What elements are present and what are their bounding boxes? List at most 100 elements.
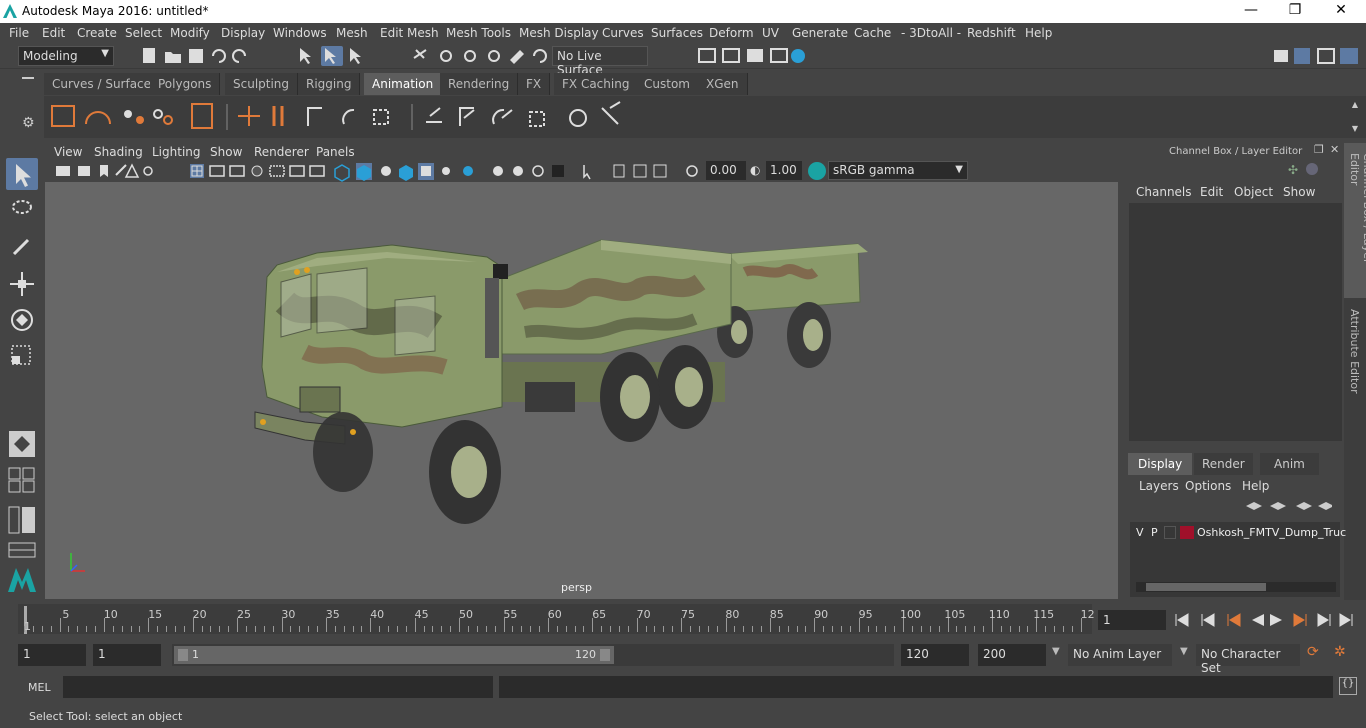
options-menu[interactable]: Options [1185,479,1231,493]
layer-horizontal-scrollbar[interactable] [1136,582,1336,592]
anim-layer-field[interactable]: No Anim Layer [1068,644,1172,666]
tab-custom[interactable]: Custom [636,73,699,95]
vp-menu-renderer[interactable]: Renderer [254,145,309,159]
gamma-field[interactable]: 1.00 [766,161,802,180]
menu-file[interactable]: File [9,26,29,40]
menu-mesh[interactable]: Mesh [336,26,368,40]
menu-3dtoall[interactable]: - 3DtoAll - [901,26,961,40]
close-button[interactable]: ✕ [1326,2,1356,20]
layer-list[interactable]: V P Oshkosh_FMTV_Dump_Truc [1130,522,1346,597]
playback-end-field[interactable]: 120 [901,644,969,666]
channels-menu[interactable]: Channels [1136,185,1192,199]
menu-surfaces[interactable]: Surfaces [651,26,703,40]
time-slider-track[interactable]: 1 5 10 15 20 25 30 35 40 45 50 55 60 65 70 75 80 85 90 95 1… [18,604,1095,634]
tab-rendering[interactable]: Rendering [440,73,519,95]
current-frame-field[interactable]: 1 [1098,610,1166,630]
menu-windows[interactable]: Windows [273,26,327,40]
end-time-field[interactable]: 200 [978,644,1046,666]
vp-menu-view[interactable]: View [54,145,82,159]
anim-layer-chevron-icon[interactable]: ▼ [1052,646,1060,657]
tab-sculpting[interactable]: Sculpting [225,73,299,95]
start-time-field[interactable]: 1 [18,644,86,666]
vp-menu-lighting[interactable]: Lighting [152,145,201,159]
channel-list-area[interactable] [1129,203,1342,441]
channel-box-side-tab[interactable]: Channel Box / Layer Editor [1344,143,1366,298]
paint-select-tool[interactable] [6,230,38,262]
viewport-toolbar-icons[interactable] [44,161,704,182]
character-set-chevron-icon[interactable]: ▼ [1180,646,1188,657]
shelf-menu-icon[interactable] [22,77,34,79]
auto-key-icon[interactable]: ⟳ [1307,644,1319,660]
layer-row[interactable]: V P Oshkosh_FMTV_Dump_Truc [1130,524,1346,542]
tab-polygons[interactable]: Polygons [150,73,221,95]
tab-render[interactable]: Render [1194,453,1253,475]
layer-buttons[interactable] [1242,498,1332,514]
tab-curves-surfaces[interactable]: Curves / Surfaces [44,73,167,95]
color-space-dropdown[interactable]: sRGB gamma ▼ [828,161,968,180]
script-editor-icon[interactable]: {} [1339,677,1357,695]
tab-fx[interactable]: FX [518,73,551,95]
menu-modify[interactable]: Modify [170,26,210,40]
menu-edit[interactable]: Edit [42,26,65,40]
four-view-layout[interactable] [6,466,38,494]
single-perspective-layout[interactable] [6,428,38,460]
edit-menu[interactable]: Edit [1200,185,1223,199]
layers-menu[interactable]: Layers [1139,479,1179,493]
menu-uv[interactable]: UV [762,26,779,40]
outliner-layout[interactable] [6,504,38,536]
menu-deform[interactable]: Deform [709,26,754,40]
menu-select[interactable]: Select [125,26,162,40]
snap-icons[interactable] [410,46,550,66]
mode-dropdown[interactable]: Modeling ▼ [18,46,114,66]
command-language-label[interactable]: MEL [28,681,51,694]
minimize-button[interactable]: — [1236,2,1266,20]
tab-xgen[interactable]: XGen [698,73,748,95]
layer-playback-toggle[interactable]: P [1151,526,1158,539]
character-set-field[interactable]: No Character Set [1196,644,1300,675]
scale-tool[interactable] [6,340,38,372]
range-start-handle[interactable] [178,649,188,661]
menu-cache[interactable]: Cache [854,26,891,40]
graph-editor-layout[interactable] [6,540,38,560]
lasso-tool[interactable] [6,194,38,226]
move-tool[interactable] [6,268,38,300]
command-input[interactable] [63,676,493,698]
layer-name[interactable]: Oshkosh_FMTV_Dump_Truc [1197,526,1346,539]
menu-redshift[interactable]: Redshift [967,26,1016,40]
shelf-settings-gear-icon[interactable]: ⚙ [22,115,35,131]
perspective-viewport[interactable]: persp [45,182,1118,599]
animation-shelf-icons[interactable] [44,96,1366,138]
tab-display[interactable]: Display [1128,453,1193,475]
help-menu[interactable]: Help [1242,479,1269,493]
menu-create[interactable]: Create [77,26,117,40]
menu-curves[interactable]: Curves [602,26,644,40]
menu-help[interactable]: Help [1025,26,1052,40]
maya-logo-button[interactable] [6,564,38,596]
object-menu[interactable]: Object [1234,185,1273,199]
show-menu[interactable]: Show [1283,185,1315,199]
tab-rigging[interactable]: Rigging [298,73,361,95]
range-end-handle[interactable] [600,649,610,661]
menu-display[interactable]: Display [221,26,265,40]
live-surface-field[interactable]: No Live Surface [552,46,648,77]
attribute-editor-side-tab[interactable]: Attribute Editor [1344,303,1366,403]
file-tools-icons[interactable] [125,46,395,66]
tab-animation[interactable]: Animation [364,73,443,95]
range-slider-handle[interactable]: 1 120 [174,646,614,664]
channel-box-tool-icon[interactable]: ✣ [1288,163,1298,177]
tab-anim[interactable]: Anim [1260,453,1319,475]
vp-menu-shading[interactable]: Shading [94,145,143,159]
menu-mesh-display[interactable]: Mesh Display [519,26,599,40]
color-management-icon[interactable] [808,162,826,180]
layer-color-swatch[interactable] [1180,526,1194,539]
float-panel-icon[interactable]: ❐ [1314,143,1324,156]
vp-menu-panels[interactable]: Panels [316,145,355,159]
time-slider[interactable]: 1 5 10 15 20 25 30 35 40 45 50 55 60 65 70 75 80 85 90 95 1… [0,600,1366,638]
layer-display-type-toggle[interactable] [1164,526,1176,539]
channel-box-sphere-icon[interactable] [1306,163,1318,175]
render-icons[interactable] [695,46,815,66]
menu-mesh-tools[interactable]: Mesh Tools [446,26,511,40]
playback-start-field[interactable]: 1 [93,644,161,666]
select-tool[interactable] [6,158,38,190]
range-slider[interactable]: 1 120 [172,644,894,666]
